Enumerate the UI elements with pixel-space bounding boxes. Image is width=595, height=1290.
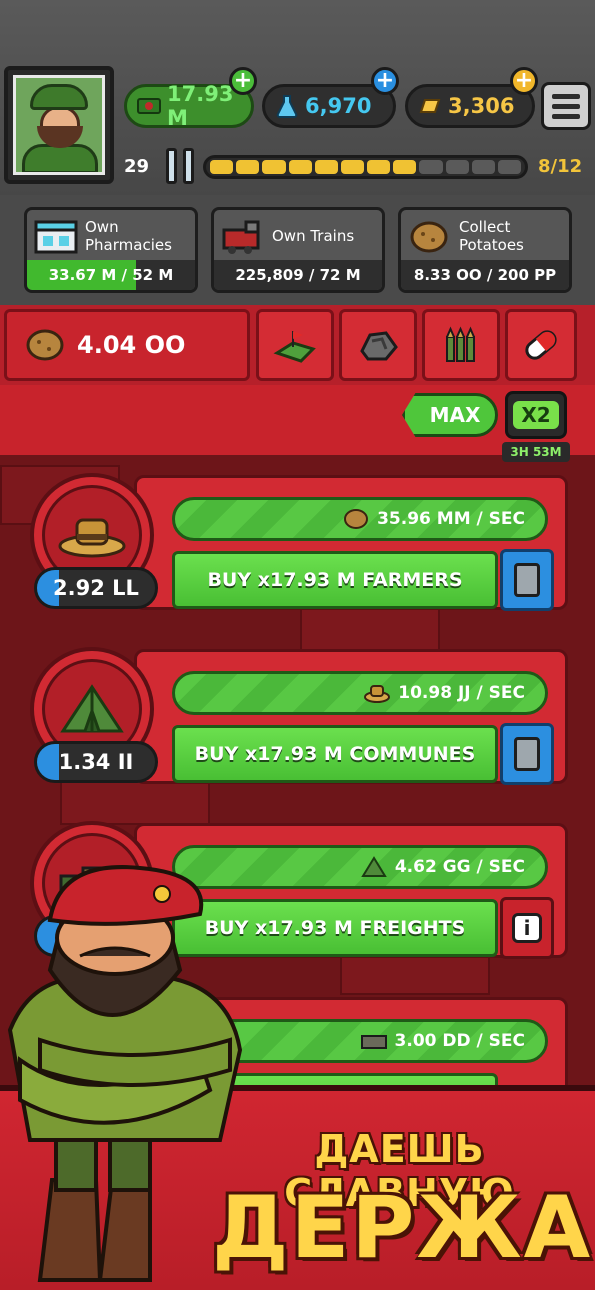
producer-count: 1.34 II — [34, 741, 158, 783]
potato-amount: 4.04 OO — [77, 331, 186, 359]
max-button[interactable]: MAX — [402, 393, 498, 437]
resource-tabs: 4.04 OO — [0, 305, 595, 385]
menu-button[interactable] — [541, 82, 591, 130]
card-icon — [514, 737, 540, 771]
general-character-illustration — [7, 865, 243, 1282]
potato-icon — [344, 509, 369, 529]
quest-label: Own Trains — [272, 227, 355, 245]
level-progress-segment — [471, 160, 495, 174]
level-progress-segment — [236, 160, 260, 174]
upgrade-card-button[interactable] — [500, 549, 554, 611]
cash-counter[interactable]: 17.93 M + — [124, 67, 257, 130]
tab-potatoes[interactable]: 4.04 OO — [4, 309, 250, 381]
add-gold-button[interactable]: + — [510, 67, 538, 95]
level-progress-segment — [497, 160, 522, 174]
tab-ore[interactable] — [339, 309, 417, 381]
x2-label: X2 — [513, 401, 559, 429]
quest-label: Collect Potatoes — [459, 218, 524, 254]
x2-timer: 3H 53M — [502, 442, 570, 462]
producer-farmers: 2.92 LL 35.96 MM / SEC BUY x17.93 M FARM… — [0, 473, 595, 623]
cash-icon — [137, 98, 161, 114]
quest-panel: Own Pharmacies 33.67 M / 52 M Own Trains… — [0, 195, 595, 305]
menu-icon-line — [552, 93, 580, 99]
level-progress-segment — [445, 160, 469, 174]
level-progress-segment — [262, 160, 286, 174]
level-progress-segment — [210, 160, 234, 174]
producer-count: 2.92 LL — [34, 567, 158, 609]
pause-icon[interactable] — [166, 148, 196, 184]
truck-icon — [360, 1035, 387, 1049]
producer-rate: 3.00 DD / SEC — [394, 1031, 525, 1051]
level-progress-segment — [367, 160, 391, 174]
quest-progress-bar: 225,809 / 72 M — [214, 260, 382, 290]
potato-icon — [26, 329, 64, 361]
producer-rate-bar: 35.96 MM / SEC — [172, 497, 548, 541]
pharmacy-icon — [34, 220, 78, 254]
info-icon: i — [512, 913, 542, 943]
farmer-hat-icon — [364, 685, 391, 703]
producer-rate-bar: 10.98 JJ / SEC — [172, 671, 548, 715]
gold-counter[interactable]: 3,306 + — [405, 67, 538, 128]
producer-rate: 35.96 MM / SEC — [377, 509, 525, 529]
quest-progress-bar: 33.67 M / 52 M — [27, 260, 195, 290]
farmer-hat-icon — [58, 518, 126, 558]
flask-icon — [276, 95, 298, 118]
producer-communes: 1.34 II 10.98 JJ / SEC BUY x17.93 M COMM… — [0, 647, 595, 797]
level-progress-segment — [314, 160, 338, 174]
level-progress-segment — [288, 160, 312, 174]
pill-icon — [525, 330, 557, 360]
ammo-icon — [446, 326, 475, 362]
land-icon — [273, 331, 316, 363]
level-progress-segment — [340, 160, 365, 174]
top-bar: 17.93 M + 6,970 + 3,306 + 29 8/12 — [0, 0, 595, 195]
train-icon — [222, 220, 260, 254]
science-counter[interactable]: 6,970 + — [262, 67, 399, 128]
tab-ammo[interactable] — [422, 309, 500, 381]
upgrade-card-button[interactable] — [500, 723, 554, 785]
quest-progress-text: 33.67 M / 52 M — [48, 266, 174, 284]
tab-medicine[interactable] — [505, 309, 577, 381]
x2-boost-button[interactable]: X2 — [505, 391, 567, 439]
quest-label: Own Pharmacies — [85, 218, 172, 254]
potato-icon — [410, 221, 448, 253]
gold-value: 3,306 — [448, 94, 515, 118]
player-avatar[interactable] — [4, 66, 114, 184]
ore-icon — [360, 331, 398, 361]
buy-communes-button[interactable]: BUY x17.93 M COMMUNES — [172, 725, 498, 783]
promo-title: ДЕРЖА — [212, 1178, 593, 1278]
quest-card-trains[interactable]: Own Trains 225,809 / 72 M — [211, 207, 385, 293]
quest-card-potatoes[interactable]: Collect Potatoes 8.33 OO / 200 PP — [398, 207, 572, 293]
level-progress-segment — [393, 160, 417, 174]
producer-rate: 4.62 GG / SEC — [394, 857, 525, 877]
add-cash-button[interactable]: + — [229, 67, 257, 95]
level-progress-segment — [419, 160, 443, 174]
quest-card-pharmacies[interactable]: Own Pharmacies 33.67 M / 52 M — [24, 207, 198, 293]
area-header: MAX X2 3H 53M — [0, 385, 595, 462]
info-button[interactable]: i — [500, 897, 554, 959]
quest-progress-text: 225,809 / 72 M — [235, 266, 361, 284]
level-progress-text: 8/12 — [538, 156, 583, 177]
level-progress-bar — [203, 155, 528, 179]
quest-progress-text: 8.33 OO / 200 PP — [413, 266, 557, 284]
menu-icon-line — [552, 103, 580, 109]
player-level: 29 — [124, 156, 150, 177]
menu-icon-line — [552, 113, 580, 119]
tab-land[interactable] — [256, 309, 334, 381]
tent-icon — [60, 684, 124, 733]
add-science-button[interactable]: + — [371, 67, 399, 95]
buy-farmers-button[interactable]: BUY x17.93 M FARMERS — [172, 551, 498, 609]
gold-bar-icon — [419, 99, 441, 113]
science-value: 6,970 — [305, 94, 372, 118]
card-icon — [514, 563, 540, 597]
quest-progress-bar: 8.33 OO / 200 PP — [401, 260, 569, 290]
tent-icon — [361, 856, 387, 877]
producer-rate: 10.98 JJ / SEC — [398, 683, 525, 703]
